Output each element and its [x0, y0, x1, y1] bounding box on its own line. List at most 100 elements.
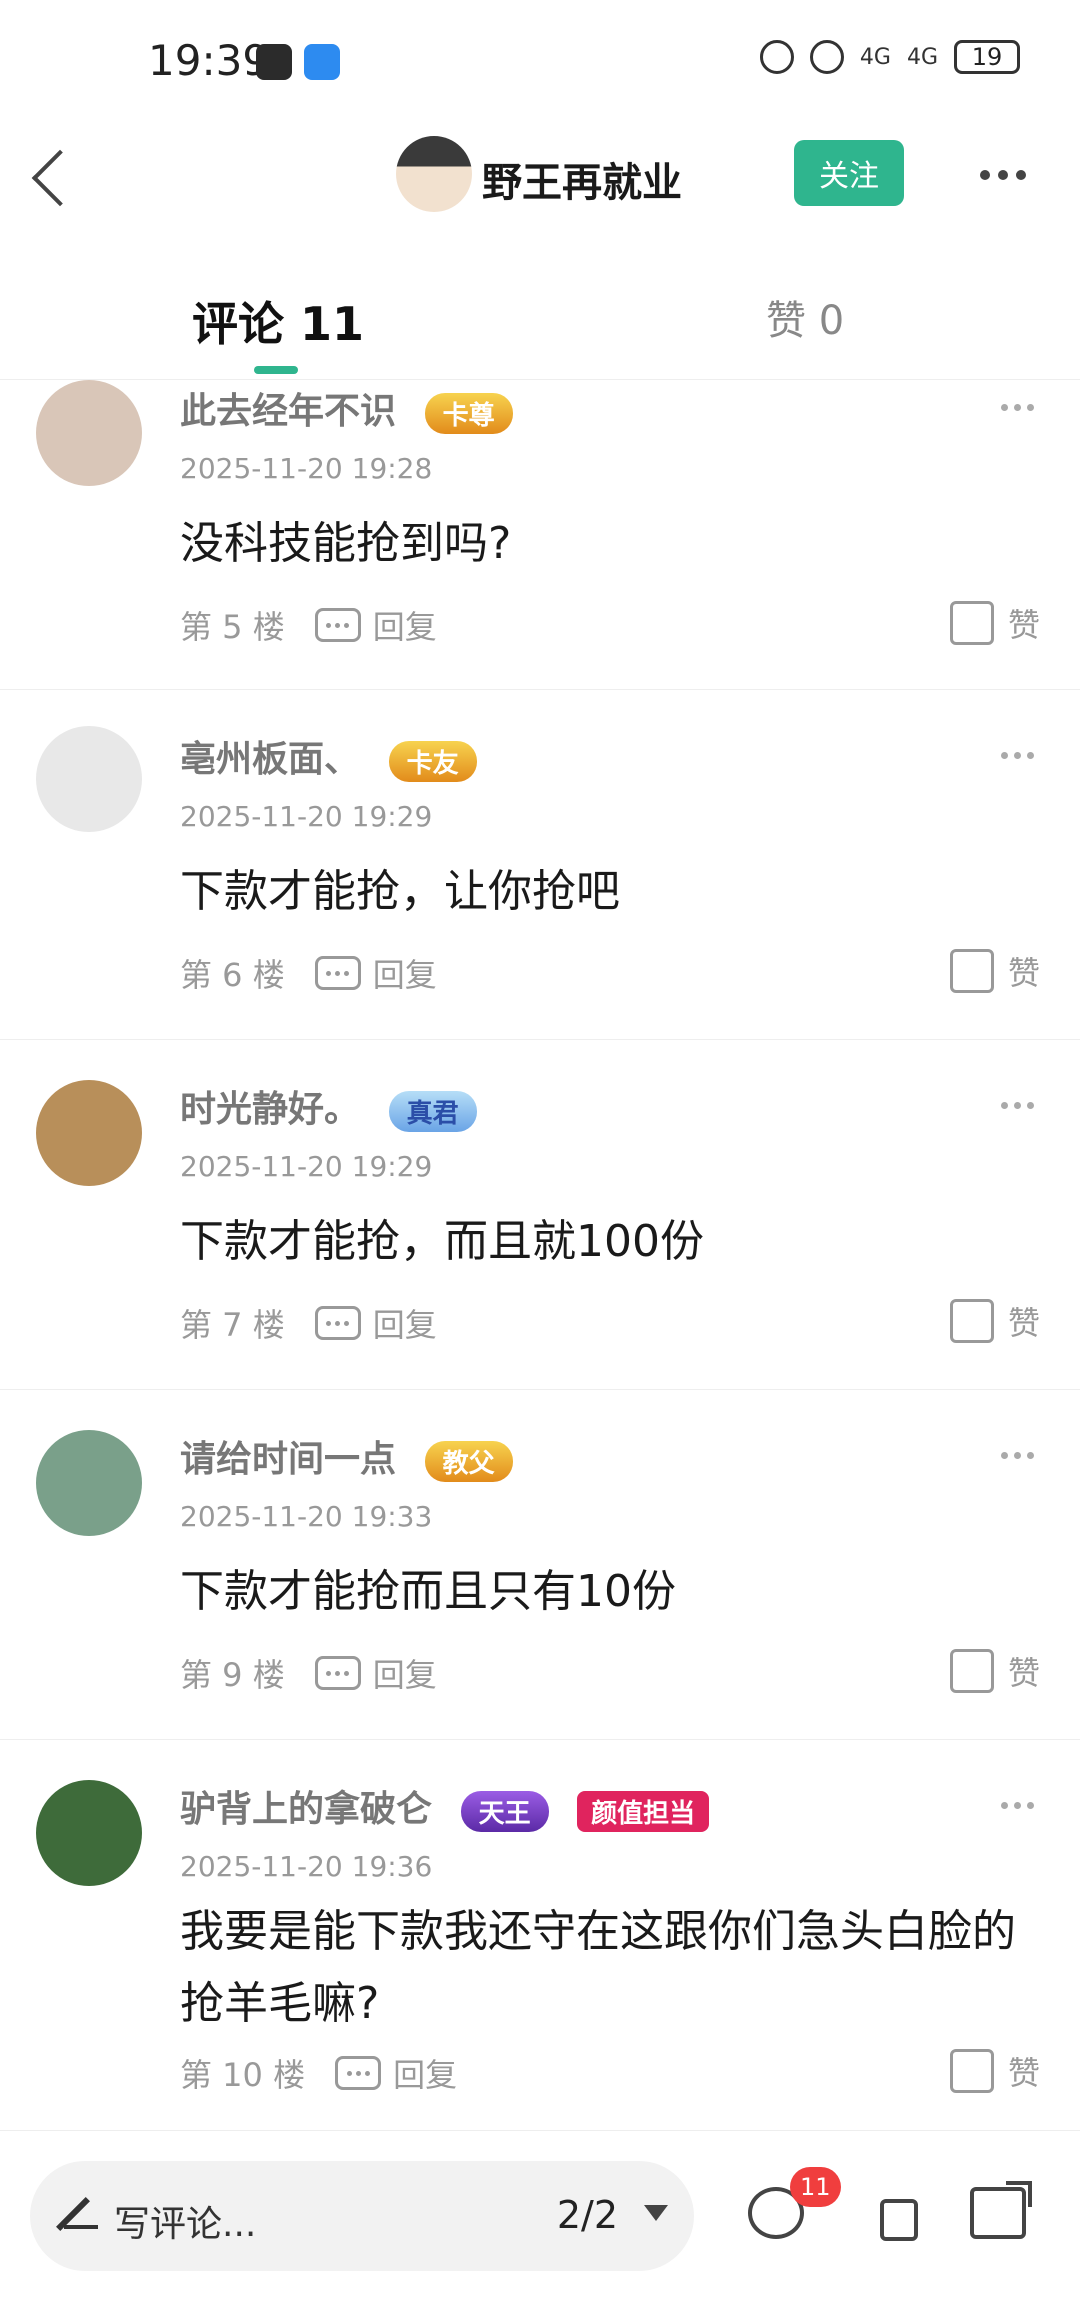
more-icon[interactable] [980, 170, 1026, 180]
list-item: 驴背上的拿破仑 天王 颜值担当 2025-11-20 19:36 我要是能下款我… [0, 1740, 1080, 2130]
comment-meta: 第 9 楼 回复 [180, 1650, 437, 1696]
like-button[interactable]: 赞 [949, 1298, 1040, 1344]
reply-button[interactable]: 回复 [314, 950, 437, 996]
avatar[interactable] [36, 1080, 142, 1186]
reply-button[interactable]: 回复 [335, 2050, 457, 2096]
floor-label: 第 6 楼 [180, 956, 285, 994]
follow-button[interactable]: 关注 [794, 140, 904, 206]
like-label: 赞 [1007, 606, 1040, 644]
like-label: 赞 [1007, 2054, 1040, 2092]
author-name[interactable]: 驴背上的拿破仑 [180, 1789, 432, 1830]
reply-icon [314, 956, 361, 990]
thumbs-up-icon [949, 949, 994, 993]
thumbs-up-icon[interactable] [870, 2187, 926, 2241]
mute-icon [809, 40, 844, 74]
tabs: 评论 11 赞 0 [0, 270, 1080, 380]
author-name[interactable]: 时光静好。 [180, 1089, 360, 1130]
avatar[interactable] [36, 1780, 142, 1886]
reply-button[interactable]: 回复 [314, 1650, 437, 1696]
user-badge: 卡友 [388, 740, 477, 782]
comment-text: 下款才能抢，而且就100份 [180, 1216, 704, 1267]
signal-label: 4G [859, 44, 891, 70]
comment-text: 没科技能抢到吗? [180, 518, 512, 569]
more-icon[interactable] [1001, 1802, 1034, 1809]
user-badge: 颜值担当 [577, 1790, 710, 1832]
reply-icon [314, 1306, 361, 1340]
more-icon[interactable] [1001, 1102, 1034, 1109]
comment-time: 2025-11-20 19:33 [180, 1500, 433, 1533]
tab-comments[interactable]: 评论 11 [192, 288, 364, 354]
signal-label: 4G [906, 44, 938, 70]
comment-author[interactable]: 亳州板面、 卡友 [180, 730, 477, 782]
like-button[interactable]: 赞 [949, 948, 1040, 994]
author-name[interactable]: 亳州板面、 [180, 739, 360, 780]
list-item: 亳州板面、 卡友 2025-11-20 19:29 下款才能抢，让你抢吧 第 6… [0, 690, 1080, 1040]
avatar[interactable] [36, 726, 142, 832]
author-name[interactable]: 此去经年不识 [180, 391, 396, 432]
battery-icon: 19 [954, 40, 1020, 74]
list-item: 此去经年不识 卡尊 2025-11-20 19:28 没科技能抢到吗? 第 5 … [0, 380, 1080, 690]
reply-label: 回复 [372, 1306, 437, 1344]
reply-icon [314, 608, 361, 642]
tab-indicator [254, 366, 298, 374]
comment-count-badge: 11 [790, 2167, 841, 2207]
comment-time: 2025-11-20 19:29 [180, 800, 433, 833]
reply-label: 回复 [372, 1656, 437, 1694]
like-label: 赞 [1007, 954, 1040, 992]
comment-time: 2025-11-20 19:29 [180, 1150, 433, 1183]
more-icon[interactable] [1001, 404, 1034, 411]
comment-input[interactable]: 写评论... 2/2 [30, 2161, 694, 2271]
app-notification-icon [304, 44, 340, 80]
like-label: 赞 [1007, 1654, 1040, 1692]
like-label: 赞 [1007, 1304, 1040, 1342]
comment-meta: 第 10 楼 回复 [180, 2050, 457, 2096]
avatar[interactable] [36, 380, 142, 486]
comment-list[interactable]: 此去经年不识 卡尊 2025-11-20 19:28 没科技能抢到吗? 第 5 … [0, 380, 1080, 2130]
comment-meta: 第 6 楼 回复 [180, 950, 437, 996]
alarm-icon [759, 40, 794, 74]
list-item: 请给时间一点 教父 2025-11-20 19:33 下款才能抢而且只有10份 … [0, 1390, 1080, 1740]
avatar[interactable] [36, 1430, 142, 1536]
user-badge: 教父 [424, 1440, 513, 1482]
page-indicator[interactable]: 2/2 [557, 2193, 618, 2237]
comment-author[interactable]: 此去经年不识 卡尊 [180, 382, 513, 434]
reply-icon [314, 1656, 361, 1690]
reply-button[interactable]: 回复 [314, 602, 437, 648]
author-name[interactable]: 请给时间一点 [180, 1439, 396, 1480]
reply-button[interactable]: 回复 [314, 1300, 437, 1346]
more-icon[interactable] [1001, 1452, 1034, 1459]
floor-label: 第 5 楼 [180, 608, 285, 646]
user-badge: 天王 [460, 1790, 549, 1832]
floor-label: 第 9 楼 [180, 1656, 285, 1694]
like-button[interactable]: 赞 [949, 2048, 1040, 2094]
thumbs-up-icon [949, 1649, 994, 1693]
user-badge: 真君 [388, 1090, 477, 1132]
reply-label: 回复 [372, 956, 437, 994]
header: 野王再就业 关注 [0, 120, 1080, 230]
comment-time: 2025-11-20 19:36 [180, 1850, 433, 1883]
thumbs-up-icon [949, 1299, 994, 1343]
status-right: 4G 4G 19 [759, 40, 1020, 74]
comment-author[interactable]: 驴背上的拿破仑 天王 颜值担当 [180, 1780, 710, 1832]
like-button[interactable]: 赞 [949, 1648, 1040, 1694]
comment-meta: 第 5 楼 回复 [180, 602, 437, 648]
page-title[interactable]: 野王再就业 [482, 150, 682, 208]
comment-text: 下款才能抢，让你抢吧 [180, 866, 620, 917]
share-icon[interactable] [970, 2181, 1032, 2239]
user-badge: 卡尊 [424, 392, 513, 434]
floor-label: 第 7 楼 [180, 1306, 285, 1344]
comment-author[interactable]: 时光静好。 真君 [180, 1080, 477, 1132]
floor-label: 第 10 楼 [180, 2056, 306, 2094]
back-icon[interactable] [30, 148, 70, 208]
reply-label: 回复 [393, 2056, 458, 2094]
more-icon[interactable] [1001, 752, 1034, 759]
thumbs-up-icon [949, 601, 994, 645]
reply-icon [335, 2056, 382, 2090]
caret-down-icon[interactable] [644, 2205, 668, 2221]
status-bar: 19:39 4G 4G 19 [0, 0, 1080, 120]
avatar[interactable] [396, 136, 472, 212]
like-button[interactable]: 赞 [949, 600, 1040, 646]
list-item: 时光静好。 真君 2025-11-20 19:29 下款才能抢，而且就100份 … [0, 1040, 1080, 1390]
tab-likes[interactable]: 赞 0 [766, 288, 844, 346]
comment-author[interactable]: 请给时间一点 教父 [180, 1430, 513, 1482]
